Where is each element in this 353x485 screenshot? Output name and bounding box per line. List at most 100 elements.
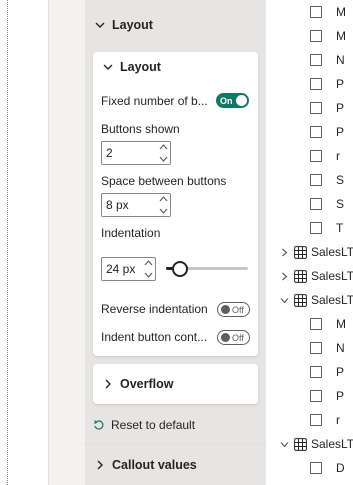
field-item-label: P <box>336 389 345 403</box>
buttons-shown-value: 2 <box>106 146 113 160</box>
field-item[interactable]: S <box>310 168 344 192</box>
checkbox-icon[interactable] <box>310 150 322 162</box>
field-item[interactable]: T <box>310 216 343 240</box>
checkbox-icon[interactable] <box>310 6 322 18</box>
checkbox-icon[interactable] <box>310 78 322 90</box>
field-item-label: N <box>336 53 345 67</box>
section-divider <box>84 444 266 445</box>
field-item-label: r <box>336 149 340 163</box>
layout-card-header[interactable]: Layout <box>93 52 258 82</box>
field-item-label: r <box>336 413 340 427</box>
overflow-card[interactable]: Overflow <box>93 364 258 404</box>
field-item-label: T <box>336 221 344 235</box>
overflow-card-header[interactable]: Overflow <box>93 364 258 404</box>
field-item[interactable]: P <box>310 96 344 120</box>
chevron-down-icon <box>94 19 106 31</box>
indentation-slider[interactable] <box>166 259 248 279</box>
field-item-label: P <box>336 365 345 379</box>
space-between-value: 8 px <box>106 198 129 212</box>
table-icon <box>294 269 307 283</box>
toggle-knob <box>221 333 230 342</box>
table-icon <box>294 437 307 451</box>
indentation-input[interactable]: 24 px <box>101 257 156 281</box>
checkbox-icon[interactable] <box>310 414 322 426</box>
checkbox-icon[interactable] <box>310 126 322 138</box>
field-item-label: N <box>336 341 345 355</box>
field-item-label: P <box>336 125 345 139</box>
field-item-label: P <box>336 101 345 115</box>
canvas-edge <box>7 0 8 485</box>
spin-up-icon[interactable] <box>144 260 153 266</box>
field-item[interactable]: r <box>310 408 340 432</box>
field-item-label: M <box>336 317 346 331</box>
checkbox-icon[interactable] <box>310 222 322 234</box>
table-icon <box>294 245 307 259</box>
table-node[interactable]: SalesLT <box>280 432 353 456</box>
fixed-number-toggle[interactable]: On <box>216 93 249 108</box>
spin-up-icon[interactable] <box>159 196 168 202</box>
reset-to-default-button[interactable]: Reset to default <box>93 414 195 436</box>
reset-label: Reset to default <box>111 418 196 432</box>
table-node[interactable]: SalesLT <box>280 264 353 288</box>
section-callout-header[interactable]: Callout values <box>84 448 266 482</box>
checkbox-icon[interactable] <box>310 174 322 186</box>
checkbox-icon[interactable] <box>310 342 322 354</box>
checkbox-icon[interactable] <box>310 390 322 402</box>
chevron-right-icon[interactable] <box>280 248 289 257</box>
field-item[interactable]: M <box>310 24 346 48</box>
spin-down-icon[interactable] <box>159 156 168 162</box>
field-item-label: S <box>336 173 345 187</box>
field-item[interactable]: M <box>310 312 346 336</box>
table-name: SalesLT <box>311 293 353 307</box>
field-item[interactable]: D <box>310 456 345 480</box>
field-item[interactable]: N <box>310 336 345 360</box>
checkbox-icon[interactable] <box>310 30 322 42</box>
field-item[interactable]: S <box>310 192 344 216</box>
spin-up-icon[interactable] <box>159 144 168 150</box>
field-item[interactable]: P <box>310 120 344 144</box>
section-layout-header[interactable]: Layout <box>84 8 266 42</box>
field-item-label: M <box>336 5 346 19</box>
spin-down-icon[interactable] <box>144 272 153 278</box>
field-item[interactable]: M <box>310 0 346 24</box>
buttons-shown-input[interactable]: 2 <box>101 141 171 165</box>
reverse-indentation-toggle[interactable]: Off <box>217 302 250 317</box>
checkbox-icon[interactable] <box>310 198 322 210</box>
chevron-right-icon[interactable] <box>280 272 289 281</box>
indentation-value: 24 px <box>106 262 136 276</box>
toggle-knob <box>221 305 230 314</box>
indent-button-content-toggle[interactable]: Off <box>217 330 250 345</box>
chevron-right-icon <box>102 378 114 390</box>
field-item-label: M <box>336 29 346 43</box>
overflow-card-title: Overflow <box>120 377 174 391</box>
spin-down-icon[interactable] <box>159 208 168 214</box>
field-item[interactable]: P <box>310 384 344 408</box>
checkbox-icon[interactable] <box>310 102 322 114</box>
checkbox-icon[interactable] <box>310 462 322 474</box>
chevron-down-icon[interactable] <box>280 440 289 449</box>
field-item-label: D <box>336 461 345 475</box>
section-layout-title: Layout <box>112 18 153 32</box>
space-between-label: Space between buttons <box>101 174 227 188</box>
field-item[interactable]: N <box>310 48 345 72</box>
reset-icon <box>93 420 104 430</box>
indent-button-content-label: Indent button cont... <box>101 330 208 344</box>
table-node[interactable]: SalesLT <box>280 288 353 312</box>
field-item-label: P <box>336 77 345 91</box>
chevron-down-icon[interactable] <box>280 296 289 305</box>
checkbox-icon[interactable] <box>310 54 322 66</box>
slider-thumb[interactable] <box>172 261 188 277</box>
checkbox-icon[interactable] <box>310 366 322 378</box>
left-canvas <box>0 0 48 485</box>
chevron-down-icon <box>102 61 114 73</box>
field-item[interactable]: P <box>310 72 344 96</box>
table-node[interactable]: SalesLT <box>280 240 353 264</box>
field-item[interactable]: r <box>310 144 340 168</box>
table-name: SalesLT <box>311 245 353 259</box>
space-between-input[interactable]: 8 px <box>101 193 171 217</box>
table-icon <box>294 293 307 307</box>
reverse-indentation-label: Reverse indentation <box>101 302 208 316</box>
checkbox-icon[interactable] <box>310 318 322 330</box>
field-item[interactable]: P <box>310 360 344 384</box>
section-callout-title: Callout values <box>112 458 197 472</box>
